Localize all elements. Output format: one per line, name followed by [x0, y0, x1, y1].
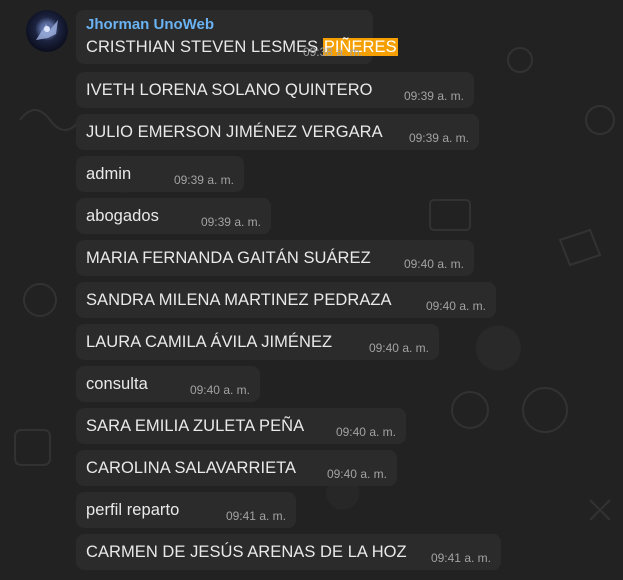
message-bubble[interactable]: JULIO EMERSON JIMÉNEZ VERGARA 09:39 a. m… [76, 114, 479, 150]
sender-name[interactable]: Jhorman UnoWeb [86, 16, 214, 33]
message-time: 09:39 a. m. [408, 131, 469, 145]
message-bubble[interactable]: SARA EMILIA ZULETA PEÑA 09:40 a. m. [76, 408, 406, 444]
user-avatar-icon [36, 20, 58, 40]
message-bubble[interactable]: IVETH LORENA SOLANO QUINTERO 09:39 a. m. [76, 72, 474, 108]
message-text: IVETH LORENA SOLANO QUINTERO [86, 81, 373, 99]
message-bubble[interactable]: abogados 09:39 a. m. [76, 198, 271, 234]
message-text: SANDRA MILENA MARTINEZ PEDRAZA [86, 291, 392, 309]
message-bubble[interactable]: CARMEN DE JESÚS ARENAS DE LA HOZ 09:41 a… [76, 534, 501, 570]
message-text: abogados [86, 207, 159, 225]
message-time: 09:40 a. m. [425, 299, 486, 313]
message-time: 09:39 a. m. [173, 173, 234, 187]
message-time: 09:40 a. m. [189, 383, 250, 397]
message-bubble[interactable]: MARIA FERNANDA GAITÁN SUÁREZ 09:40 a. m. [76, 240, 474, 276]
message-bubble[interactable]: consulta 09:40 a. m. [76, 366, 260, 402]
message-bubble[interactable]: admin 09:39 a. m. [76, 156, 244, 192]
message-text: CAROLINA SALAVARRIETA [86, 459, 297, 477]
message-text: consulta [86, 375, 148, 393]
message-time: 09:40 a. m. [326, 467, 387, 481]
message-text: perfil reparto [86, 501, 180, 519]
message-time: 09:39 a. m. [403, 89, 464, 103]
message-time: 09:41 a. m. [225, 509, 286, 523]
message-text: LAURA CAMILA ÁVILA JIMÉNEZ [86, 333, 333, 351]
message-bubble[interactable]: LAURA CAMILA ÁVILA JIMÉNEZ 09:40 a. m. [76, 324, 439, 360]
message-text-plain: CRISTHIAN STEVEN LESMES [86, 38, 323, 56]
message-text: JULIO EMERSON JIMÉNEZ VERGARA [86, 123, 383, 141]
message-time: 09:40 a. m. [368, 341, 429, 355]
message-text: admin [86, 165, 132, 183]
message-text: MARIA FERNANDA GAITÁN SUÁREZ [86, 249, 371, 267]
message-time: 09:40 a. m. [335, 425, 396, 439]
message-time: 09:40 a. m. [403, 257, 464, 271]
message-bubble[interactable]: Jhorman UnoWeb CRISTHIAN STEVEN LESMES P… [76, 10, 398, 64]
message-bubble[interactable]: CAROLINA SALAVARRIETA 09:40 a. m. [76, 450, 397, 486]
message-text: SARA EMILIA ZULETA PEÑA [86, 417, 305, 435]
message-time: 09:41 a. m. [430, 551, 491, 565]
message-bubble[interactable]: perfil reparto 09:41 a. m. [76, 492, 296, 528]
message-bubble[interactable]: SANDRA MILENA MARTINEZ PEDRAZA 09:40 a. … [76, 282, 496, 318]
avatar[interactable] [26, 10, 68, 52]
message-time: 09:38 a. m. [302, 45, 363, 59]
message-text: CARMEN DE JESÚS ARENAS DE LA HOZ [86, 543, 407, 561]
message-time: 09:39 a. m. [200, 215, 261, 229]
